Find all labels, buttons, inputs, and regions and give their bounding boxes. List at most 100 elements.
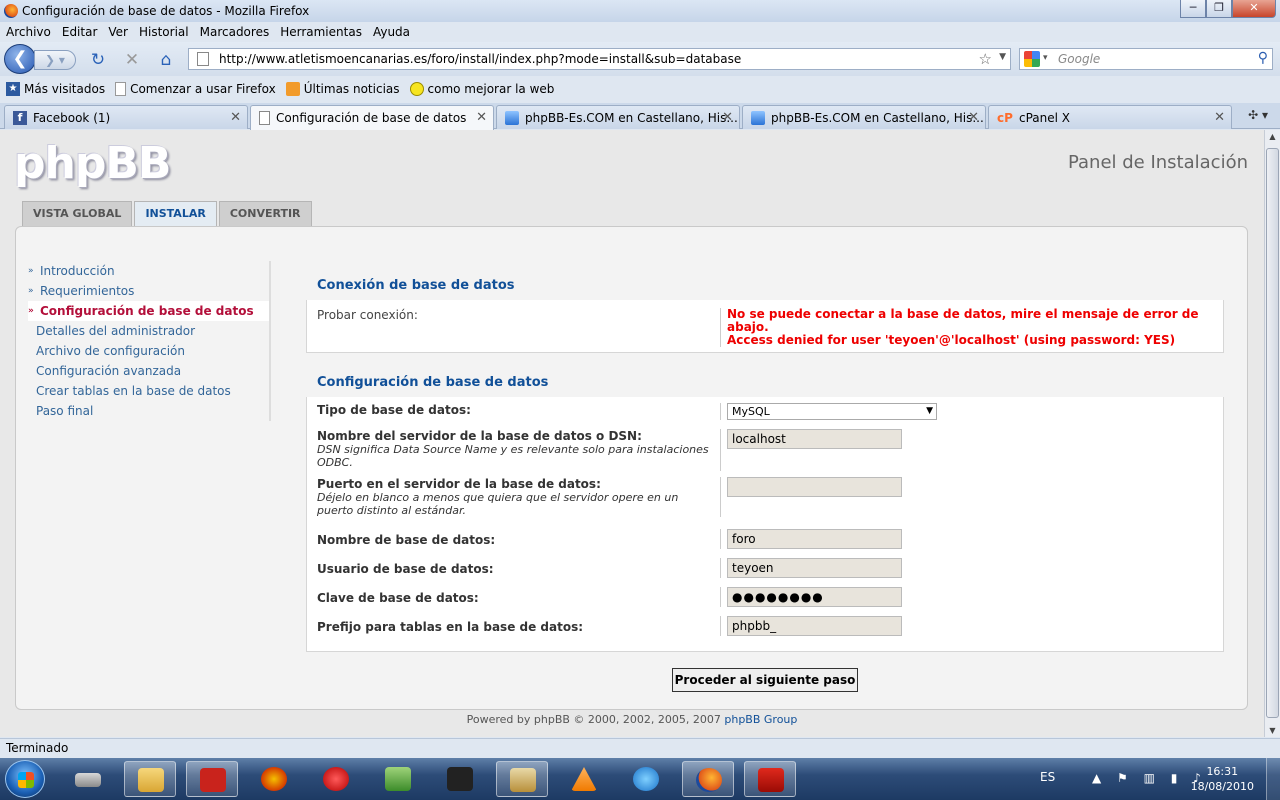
step-introduccion[interactable]: » Introducción	[28, 261, 269, 281]
tab-close-icon[interactable]: ✕	[476, 110, 487, 125]
search-icon[interactable]: ⚲	[1258, 50, 1268, 66]
phpbb-logo: phpBB	[14, 138, 171, 189]
dbuser-label: Usuario de base de datos:	[317, 562, 494, 576]
menu-editar[interactable]: Editar	[62, 25, 98, 39]
taskbar-drive[interactable]	[62, 761, 114, 797]
checked-bullet-icon: »	[28, 266, 34, 276]
table-prefix-input[interactable]: phpbb_	[727, 616, 902, 636]
step-crear-tablas[interactable]: Crear tablas en la base de datos	[28, 381, 269, 401]
start-button[interactable]	[5, 760, 45, 798]
home-icon[interactable]: ⌂	[156, 50, 176, 70]
url-bar[interactable]: http://www.atletismoencanarias.es/foro/i…	[188, 48, 1011, 70]
maximize-button[interactable]: ❐	[1206, 0, 1232, 18]
taskbar-filezilla[interactable]	[186, 761, 238, 797]
taskbar-firefox[interactable]	[682, 761, 734, 797]
show-desktop-button[interactable]	[1266, 758, 1280, 800]
language-indicator[interactable]: ES	[1040, 770, 1055, 784]
phpbb-group-link[interactable]: phpBB Group	[724, 713, 797, 726]
phpbb-icon	[505, 110, 519, 125]
dbpass-input[interactable]: ●●●●●●●●	[727, 587, 902, 607]
submit-button[interactable]: Proceder al siguiente paso	[672, 668, 858, 692]
url-dropdown-icon[interactable]: ▼	[999, 52, 1006, 62]
taskbar-network[interactable]	[372, 761, 424, 797]
bookmarks-bar: ★ Más visitados Comenzar a usar Firefox Ú…	[0, 78, 1280, 100]
dbtype-select[interactable]: MySQL ▼	[727, 403, 937, 420]
windows-taskbar: ES ▲ ⚑ ▥ ▮ ♪ 16:31 18/08/2010	[0, 758, 1280, 800]
close-button[interactable]: ✕	[1232, 0, 1276, 18]
tab-close-icon[interactable]: ✕	[968, 110, 979, 125]
scroll-down-icon[interactable]: ▼	[1267, 726, 1278, 735]
drive-icon	[75, 773, 101, 787]
tab-close-icon[interactable]: ✕	[230, 110, 241, 125]
menu-historial[interactable]: Historial	[139, 25, 189, 39]
step-configuracion-bd[interactable]: » Configuración de base de datos	[28, 301, 269, 321]
taskbar-explorer[interactable]	[124, 761, 176, 797]
taskbar-pokerstars[interactable]	[310, 761, 362, 797]
dbname-input[interactable]: foro	[727, 529, 902, 549]
pokerstars-icon	[323, 767, 349, 791]
menu-herramientas[interactable]: Herramientas	[280, 25, 362, 39]
tab-facebook[interactable]: f Facebook (1) ✕	[4, 105, 248, 129]
menu-marcadores[interactable]: Marcadores	[200, 25, 270, 39]
tab-close-icon[interactable]: ✕	[1214, 110, 1225, 125]
window-titlebar: Configuración de base de datos - Mozilla…	[0, 0, 1280, 22]
bookmark-como-mejorar[interactable]: como mejorar la web	[409, 82, 554, 96]
vertical-scrollbar[interactable]: ▲ ▼	[1264, 130, 1280, 737]
tab-phpbb-1[interactable]: phpBB-Es.COM en Castellano, His... ✕	[496, 105, 740, 129]
taskbar-vlc[interactable]	[558, 761, 610, 797]
back-button[interactable]: ❮	[4, 44, 36, 74]
search-placeholder[interactable]: Google	[1058, 52, 1100, 66]
tab-close-icon[interactable]: ✕	[722, 110, 733, 125]
clock[interactable]: 16:31 18/08/2010	[1191, 764, 1254, 794]
search-bar[interactable]: ▾ Google ⚲	[1019, 48, 1273, 70]
url-text[interactable]: http://www.atletismoencanarias.es/foro/i…	[219, 52, 741, 66]
dbuser-input[interactable]: teyoen	[727, 558, 902, 578]
phpbb-icon	[751, 110, 765, 125]
test-connection-label: Probar conexión:	[317, 308, 418, 322]
explorer-icon	[138, 768, 164, 792]
menu-archivo[interactable]: Archivo	[6, 25, 51, 39]
tab-instalar[interactable]: INSTALAR	[134, 201, 217, 227]
page-footer: Powered by phpBB © 2000, 2002, 2005, 200…	[466, 713, 798, 726]
menu-bar: Archivo Editar Ver Historial Marcadores …	[0, 22, 1280, 42]
bookmark-ultimas-noticias[interactable]: Últimas noticias	[285, 82, 400, 96]
bookmark-star-icon[interactable]: ☆	[979, 50, 992, 68]
step-detalles-admin[interactable]: Detalles del administrador	[28, 321, 269, 341]
minimize-button[interactable]: ─	[1180, 0, 1206, 18]
google-icon[interactable]	[1024, 51, 1040, 67]
taskbar-poker[interactable]	[248, 761, 300, 797]
tab-convertir[interactable]: CONVERTIR	[218, 201, 312, 226]
connection-error-message: No se puede conectar a la base de datos,…	[727, 307, 1199, 334]
step-requerimientos[interactable]: » Requerimientos	[28, 281, 269, 301]
step-paso-final[interactable]: Paso final	[28, 401, 269, 421]
panel-title: Panel de Instalación	[1067, 152, 1248, 173]
scroll-up-icon[interactable]: ▲	[1267, 132, 1278, 141]
database-config-fieldset: Configuración de base de datos Tipo de b…	[306, 369, 1224, 652]
taskbar-fulltilt[interactable]	[434, 761, 486, 797]
step-config-avanzada[interactable]: Configuración avanzada	[28, 361, 269, 381]
host-input[interactable]: localhost	[727, 429, 902, 449]
clock-date: 18/08/2010	[1190, 780, 1254, 793]
scroll-thumb[interactable]	[1266, 148, 1279, 718]
tab-list-icon[interactable]: ✣ ▾	[1248, 108, 1268, 122]
menu-ver[interactable]: Ver	[108, 25, 128, 39]
tab-phpbb-2[interactable]: phpBB-Es.COM en Castellano, His... ✕	[742, 105, 986, 129]
stop-icon[interactable]: ✕	[122, 50, 142, 70]
search-engine-dropdown-icon[interactable]: ▾	[1043, 53, 1048, 63]
port-input[interactable]	[727, 477, 902, 497]
menu-ayuda[interactable]: Ayuda	[373, 25, 410, 39]
navigation-toolbar: ❮ ❯ ▾ ↻ ✕ ⌂ http://www.atletismoencanari…	[0, 42, 1280, 76]
forward-button[interactable]: ❯ ▾	[34, 50, 76, 70]
taskbar-window[interactable]	[496, 761, 548, 797]
port-label: Puerto en el servidor de la base de dato…	[317, 477, 712, 517]
connection-error-detail: Access denied for user 'teyoen'@'localho…	[727, 333, 1176, 347]
tab-vista-global[interactable]: VISTA GLOBAL	[22, 201, 133, 226]
bookmark-mas-visitados[interactable]: ★ Más visitados	[6, 82, 105, 96]
tab-cpanel[interactable]: cP cPanel X ✕	[988, 105, 1232, 129]
taskbar-ie[interactable]	[620, 761, 672, 797]
tab-configuracion[interactable]: Configuración de base de datos ✕	[250, 105, 494, 130]
reload-icon[interactable]: ↻	[88, 50, 108, 70]
step-archivo-config[interactable]: Archivo de configuración	[28, 341, 269, 361]
taskbar-acrobat[interactable]	[744, 761, 796, 797]
bookmark-comenzar[interactable]: Comenzar a usar Firefox	[115, 82, 276, 96]
